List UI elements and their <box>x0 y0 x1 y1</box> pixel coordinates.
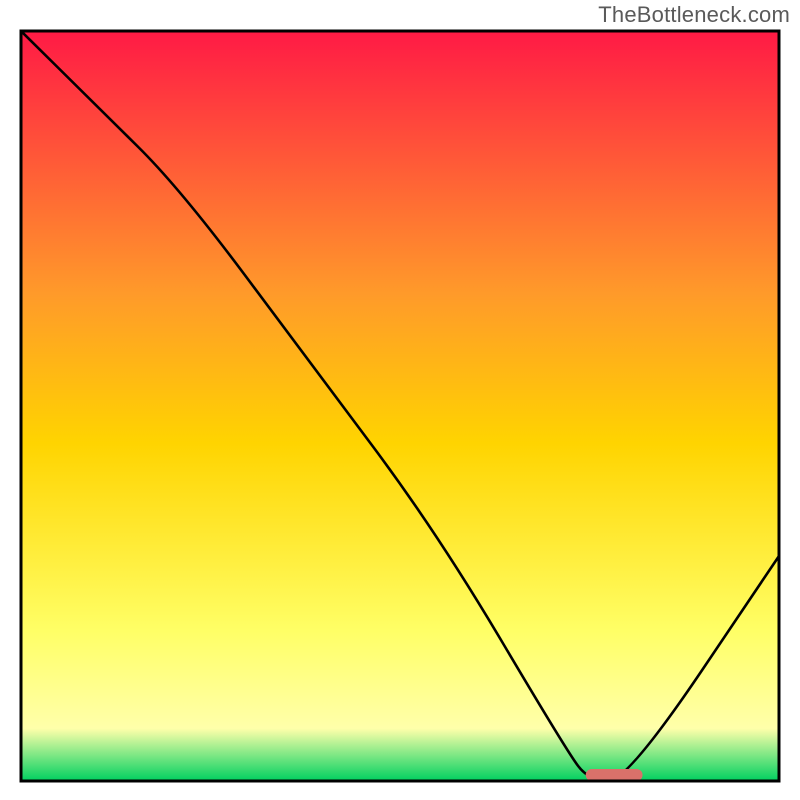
bottleneck-chart <box>0 0 800 800</box>
chart-container: TheBottleneck.com <box>0 0 800 800</box>
optimal-range-marker <box>586 769 643 781</box>
attribution-text: TheBottleneck.com <box>598 2 790 28</box>
